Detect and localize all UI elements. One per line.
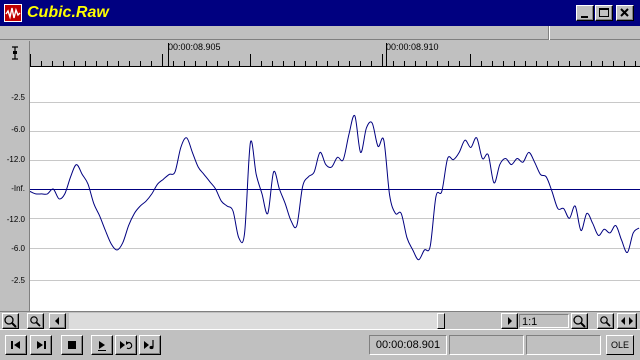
zoom-out-right-button[interactable] — [597, 313, 614, 329]
zoom-in-icon — [573, 315, 586, 328]
zoom-in-right-button[interactable] — [571, 313, 588, 329]
scroll-track[interactable] — [69, 313, 437, 329]
play-to-end-button[interactable] — [139, 335, 161, 355]
zoom-in-icon — [4, 315, 17, 328]
skip-to-end-icon — [37, 341, 46, 349]
scroll-right-button[interactable] — [501, 313, 518, 329]
selection-length-field — [526, 335, 601, 355]
zoom-out-icon — [600, 316, 611, 327]
zoom-ratio: 1:1 — [519, 314, 569, 328]
stop-icon — [68, 341, 76, 349]
level-scale: -2.5 -6.0 -12.0 -Inf. -12.0 -6.0 -2.5 — [0, 67, 30, 311]
play-loop-button[interactable] — [115, 335, 137, 355]
level-label: -12.0 — [6, 215, 25, 224]
scroll-left-button[interactable] — [49, 313, 66, 329]
ruler-ticks — [30, 43, 636, 67]
waveform-plot — [30, 102, 640, 281]
ruler-corner — [0, 41, 30, 67]
ole-button[interactable]: OLE — [606, 335, 634, 355]
region-band[interactable] — [0, 26, 640, 40]
skip-to-start-icon — [11, 341, 20, 349]
minimize-button[interactable] — [576, 5, 594, 21]
play-icon — [98, 341, 106, 351]
waveform-display[interactable] — [30, 67, 640, 311]
band-divider-highlight — [549, 26, 550, 40]
wave-editor-window: Cubic.Raw 00:00:08.905 00:00:08.910 -2.5… — [0, 0, 640, 360]
level-label: -2.5 — [11, 276, 25, 285]
scroll-left-icon — [55, 317, 59, 325]
play-to-end-icon — [144, 340, 154, 350]
window-title: Cubic.Raw — [27, 4, 109, 21]
level-label: -Inf. — [11, 184, 25, 193]
waveform-app-icon[interactable] — [4, 4, 22, 22]
ruler-tick-label: 00:00:08.910 — [386, 42, 439, 52]
maximize-button[interactable] — [595, 5, 613, 21]
stop-button[interactable] — [61, 335, 83, 355]
ruler-tick-label: 00:00:08.905 — [168, 42, 221, 52]
go-to-start-button[interactable] — [5, 335, 27, 355]
scroll-right-icon — [508, 317, 512, 325]
zoom-full-button[interactable] — [617, 313, 637, 329]
scroll-thumb[interactable] — [437, 313, 445, 329]
time-ruler[interactable]: 00:00:08.905 00:00:08.910 — [30, 41, 640, 67]
title-bar[interactable]: Cubic.Raw — [0, 0, 640, 26]
play-button[interactable] — [91, 335, 113, 355]
waveform-line — [30, 114, 640, 261]
play-loop-icon — [120, 341, 133, 350]
scroll-zoom-bar: 1:1 — [0, 311, 640, 329]
zoom-in-left-button[interactable] — [2, 313, 19, 329]
level-label: -6.0 — [11, 244, 25, 253]
go-to-end-button[interactable] — [30, 335, 52, 355]
close-button[interactable] — [616, 5, 634, 21]
zoom-out-left-button[interactable] — [27, 313, 44, 329]
selection-start-field — [449, 335, 524, 355]
text-cursor-icon[interactable] — [10, 46, 20, 60]
zoom-full-icon — [621, 317, 633, 325]
position-readout: 00:00:08.901 — [369, 335, 447, 355]
transport-bar: 00:00:08.901 OLE — [0, 329, 640, 360]
level-label: -6.0 — [11, 125, 25, 134]
level-label: -2.5 — [11, 93, 25, 102]
level-label: -12.0 — [6, 155, 25, 164]
zoom-out-icon — [30, 316, 41, 327]
